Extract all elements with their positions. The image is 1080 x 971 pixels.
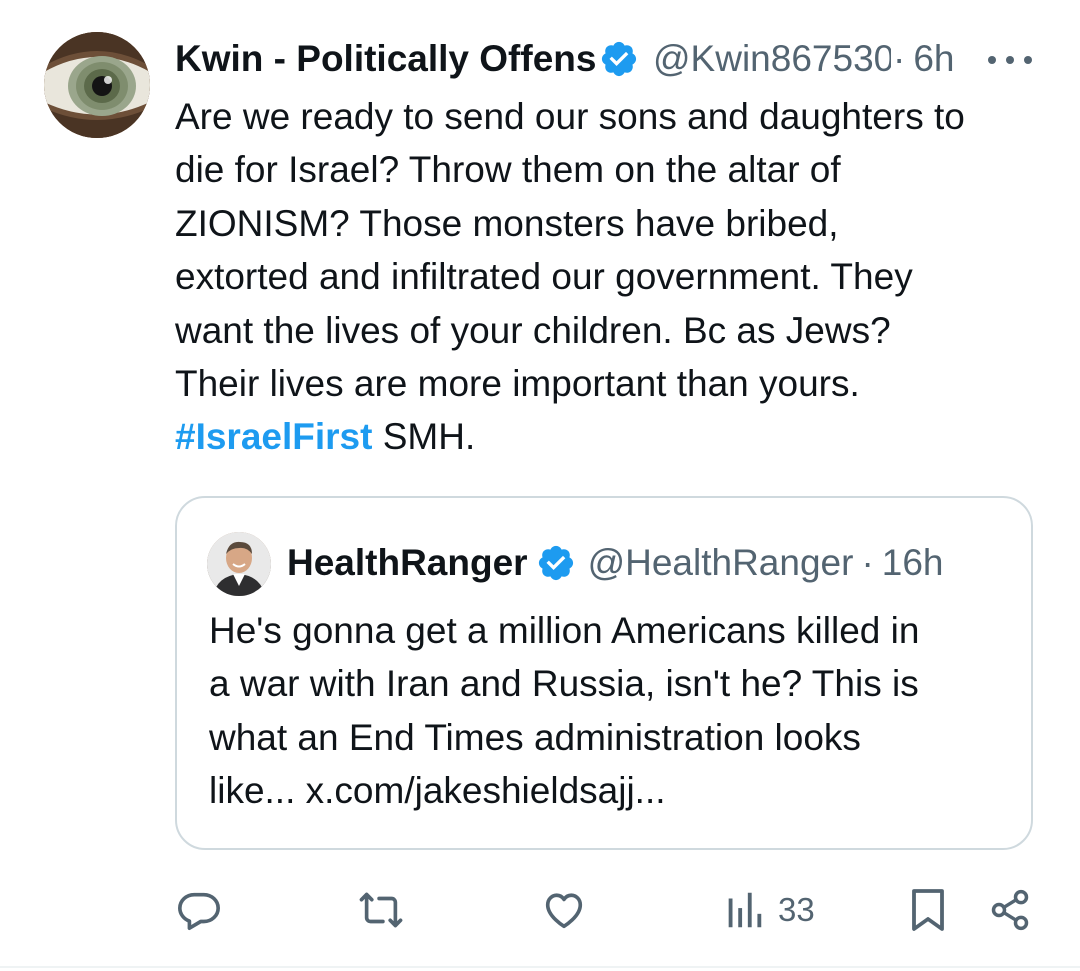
quoted-post-text: He's gonna get a million Americans kille… xyxy=(209,604,1009,818)
author-handle[interactable]: @Kwin8675309 xyxy=(653,38,891,80)
views-icon xyxy=(728,892,762,928)
divider xyxy=(0,966,1080,968)
post-timestamp[interactable]: 6h xyxy=(913,38,954,80)
repost-button[interactable] xyxy=(356,880,406,940)
separator-dot: · xyxy=(893,38,906,79)
dot xyxy=(988,56,996,64)
quoted-text-line: a war with Iran and Russia, isn't he? Th… xyxy=(209,663,919,705)
post-text-line: ZIONISM? Those monsters have bribed, xyxy=(175,202,839,244)
reply-button[interactable] xyxy=(176,880,222,940)
post-text: Are we ready to send our sons and daught… xyxy=(175,90,1045,464)
post-text-last-line: #IsraelFirst SMH. xyxy=(175,410,1045,463)
views-count: 33 xyxy=(778,891,815,928)
post-text-line: die for Israel? Throw them on the altar … xyxy=(175,149,841,191)
quoted-handle[interactable]: @HealthRanger xyxy=(588,542,854,584)
more-options-icon[interactable] xyxy=(988,50,1032,70)
hashtag-link[interactable]: #IsraelFirst xyxy=(175,416,372,457)
post-text-line: extorted and infiltrated our government.… xyxy=(175,256,913,298)
heart-icon xyxy=(545,893,583,929)
post-text-line: want the lives of your children. Bc as J… xyxy=(175,309,891,351)
separator-dot: · xyxy=(861,542,874,583)
dot xyxy=(1024,56,1032,64)
author-display-name[interactable]: Kwin - Politically Offensive xyxy=(175,38,595,80)
views-button[interactable]: 33 xyxy=(724,880,815,940)
quoted-text-line: He's gonna get a million Americans kille… xyxy=(209,610,920,651)
post-text-line: Are we ready to send our sons and daught… xyxy=(175,96,965,137)
repost-icon xyxy=(359,892,403,928)
quoted-timestamp[interactable]: 16h xyxy=(882,542,944,584)
reply-icon xyxy=(178,892,220,931)
author-avatar[interactable] xyxy=(44,32,150,138)
quoted-text-line: what an End Times administration looks xyxy=(209,716,861,758)
trailing-text: SMH. xyxy=(372,416,476,458)
quoted-post[interactable]: HealthRanger @HealthRanger · 16h He's go… xyxy=(175,496,1033,850)
share-button[interactable] xyxy=(988,880,1032,940)
tweet[interactable]: Kwin - Politically Offensive @Kwin867530… xyxy=(0,0,1080,971)
eye-avatar-image xyxy=(44,32,150,138)
verified-badge-icon xyxy=(538,545,573,581)
post-header: Kwin - Politically Offensive @Kwin867530… xyxy=(175,34,1045,84)
action-bar: 33 xyxy=(0,880,1080,940)
dot xyxy=(1006,56,1014,64)
bookmark-icon xyxy=(912,889,944,931)
person-avatar-image xyxy=(207,532,271,596)
share-icon xyxy=(991,889,1029,931)
quoted-post-header: HealthRanger @HealthRanger · 16h xyxy=(287,538,944,588)
quoted-text-line: like... x.com/jakeshieldsajj... xyxy=(209,770,666,812)
bookmark-button[interactable] xyxy=(908,880,948,940)
quoted-author-avatar[interactable] xyxy=(207,532,271,596)
post-text-line: Their lives are more important than your… xyxy=(175,363,860,405)
like-button[interactable] xyxy=(540,880,588,940)
quoted-display-name[interactable]: HealthRanger xyxy=(287,542,528,584)
verified-badge-icon xyxy=(601,41,637,77)
